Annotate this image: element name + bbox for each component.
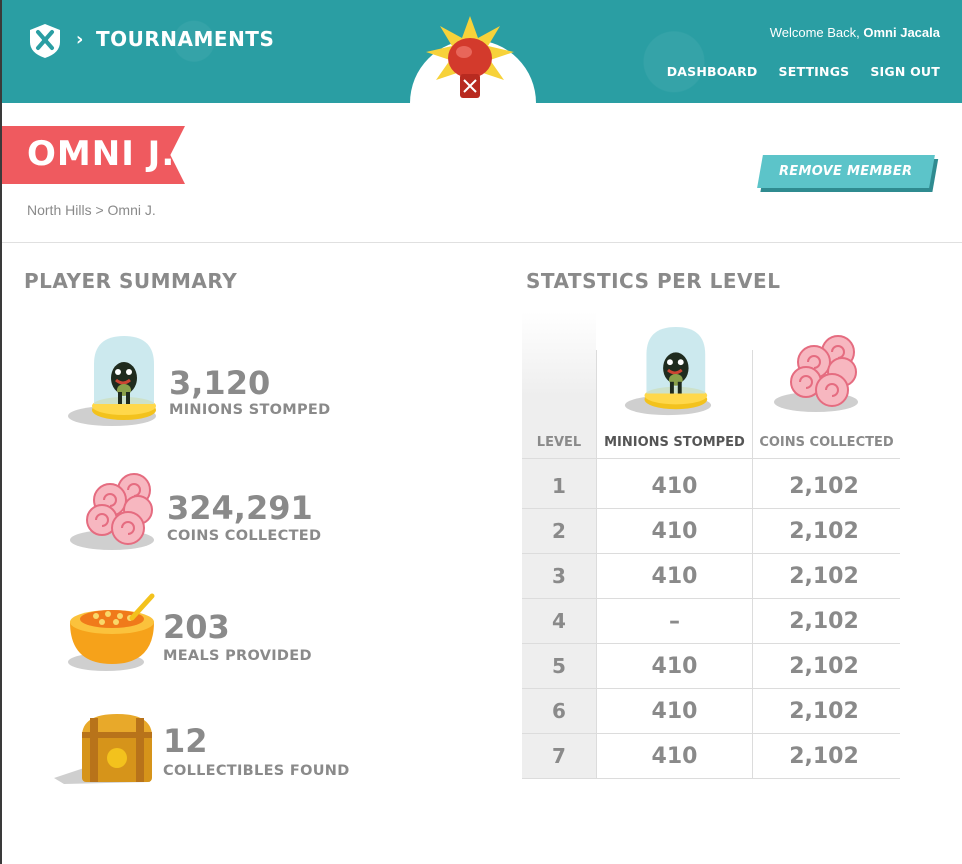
minions-cell: 410: [651, 519, 698, 544]
treasure-chest-icon: [54, 714, 152, 784]
minions-cell: 410: [651, 654, 698, 679]
coins-collected-value: 324,291: [167, 489, 313, 527]
divider: [2, 242, 962, 243]
row-divider: [522, 778, 900, 779]
nav-sign-out[interactable]: SIGN OUT: [870, 64, 940, 79]
row-divider: [522, 688, 900, 689]
window-edge: [0, 0, 2, 864]
level-cell: 4: [552, 609, 566, 633]
coins-cell: 2,102: [789, 564, 859, 589]
minions-stomped-label: MINIONS STOMPED: [169, 402, 331, 418]
welcome-prefix: Welcome Back,: [769, 25, 860, 40]
row-divider: [522, 458, 900, 459]
player-summary-title: PLAYER SUMMARY: [24, 269, 238, 293]
column-header-level: LEVEL: [536, 435, 582, 450]
row-divider: [522, 733, 900, 734]
meal-bowl-icon: [68, 593, 155, 671]
app-logo-icon[interactable]: [26, 22, 64, 60]
top-nav: DASHBOARD SETTINGS SIGN OUT: [667, 64, 940, 79]
collectibles-found-value: 12: [163, 722, 208, 760]
meals-provided-label: MEALS PROVIDED: [163, 648, 312, 664]
nav-settings[interactable]: SETTINGS: [779, 64, 850, 79]
section-title[interactable]: TOURNAMENTS: [96, 27, 274, 51]
minion-trophy-icon: [624, 326, 712, 416]
minions-cell: 410: [651, 699, 698, 724]
boxing-glove-icon: [426, 16, 514, 98]
level-cell: 2: [552, 519, 566, 543]
breadcrumb-arrow-icon: ›: [76, 29, 84, 50]
column-header-coins: COINS COLLECTED: [759, 435, 894, 450]
coins-cell: 2,102: [789, 654, 859, 679]
user-name: Omni Jacala: [863, 25, 940, 40]
minions-stomped-value: 3,120: [169, 364, 271, 402]
minion-trophy-icon: [68, 336, 156, 426]
row-divider: [522, 643, 900, 644]
meals-provided-value: 203: [163, 608, 230, 646]
row-divider: [522, 508, 900, 509]
level-stats-title: STATSTICS PER LEVEL: [526, 269, 781, 293]
coins-cell: 2,102: [789, 474, 859, 499]
coins-cell: 2,102: [789, 609, 859, 634]
minions-cell: 410: [651, 744, 698, 769]
level-cell: 3: [552, 564, 566, 588]
remove-member-label: REMOVE MEMBER: [779, 164, 913, 179]
remove-member-button[interactable]: REMOVE MEMBER: [757, 155, 935, 188]
minions-cell: 410: [651, 474, 698, 499]
member-name: OMNI J.: [27, 134, 176, 174]
row-divider: [522, 598, 900, 599]
level-cell: 7: [552, 744, 566, 768]
welcome-message: Welcome Back, Omni Jacala: [770, 25, 940, 40]
minions-cell: 410: [651, 564, 698, 589]
level-cell: 5: [552, 654, 566, 678]
nav-dashboard[interactable]: DASHBOARD: [667, 64, 758, 79]
coins-cell: 2,102: [789, 744, 859, 769]
coins-cell: 2,102: [789, 699, 859, 724]
column-header-minions: MINIONS STOMPED: [604, 435, 745, 450]
minions-cell: –: [669, 609, 680, 634]
breadcrumb[interactable]: North Hills > Omni J.: [27, 202, 156, 218]
row-divider: [522, 553, 900, 554]
level-cell: 1: [552, 474, 566, 498]
coins-cell: 2,102: [789, 519, 859, 544]
collectibles-found-label: COLLECTIBLES FOUND: [163, 763, 350, 779]
coins-icon: [774, 335, 858, 412]
coins-collected-label: COINS COLLECTED: [167, 528, 322, 544]
level-cell: 6: [552, 699, 566, 723]
coins-icon: [70, 473, 154, 550]
